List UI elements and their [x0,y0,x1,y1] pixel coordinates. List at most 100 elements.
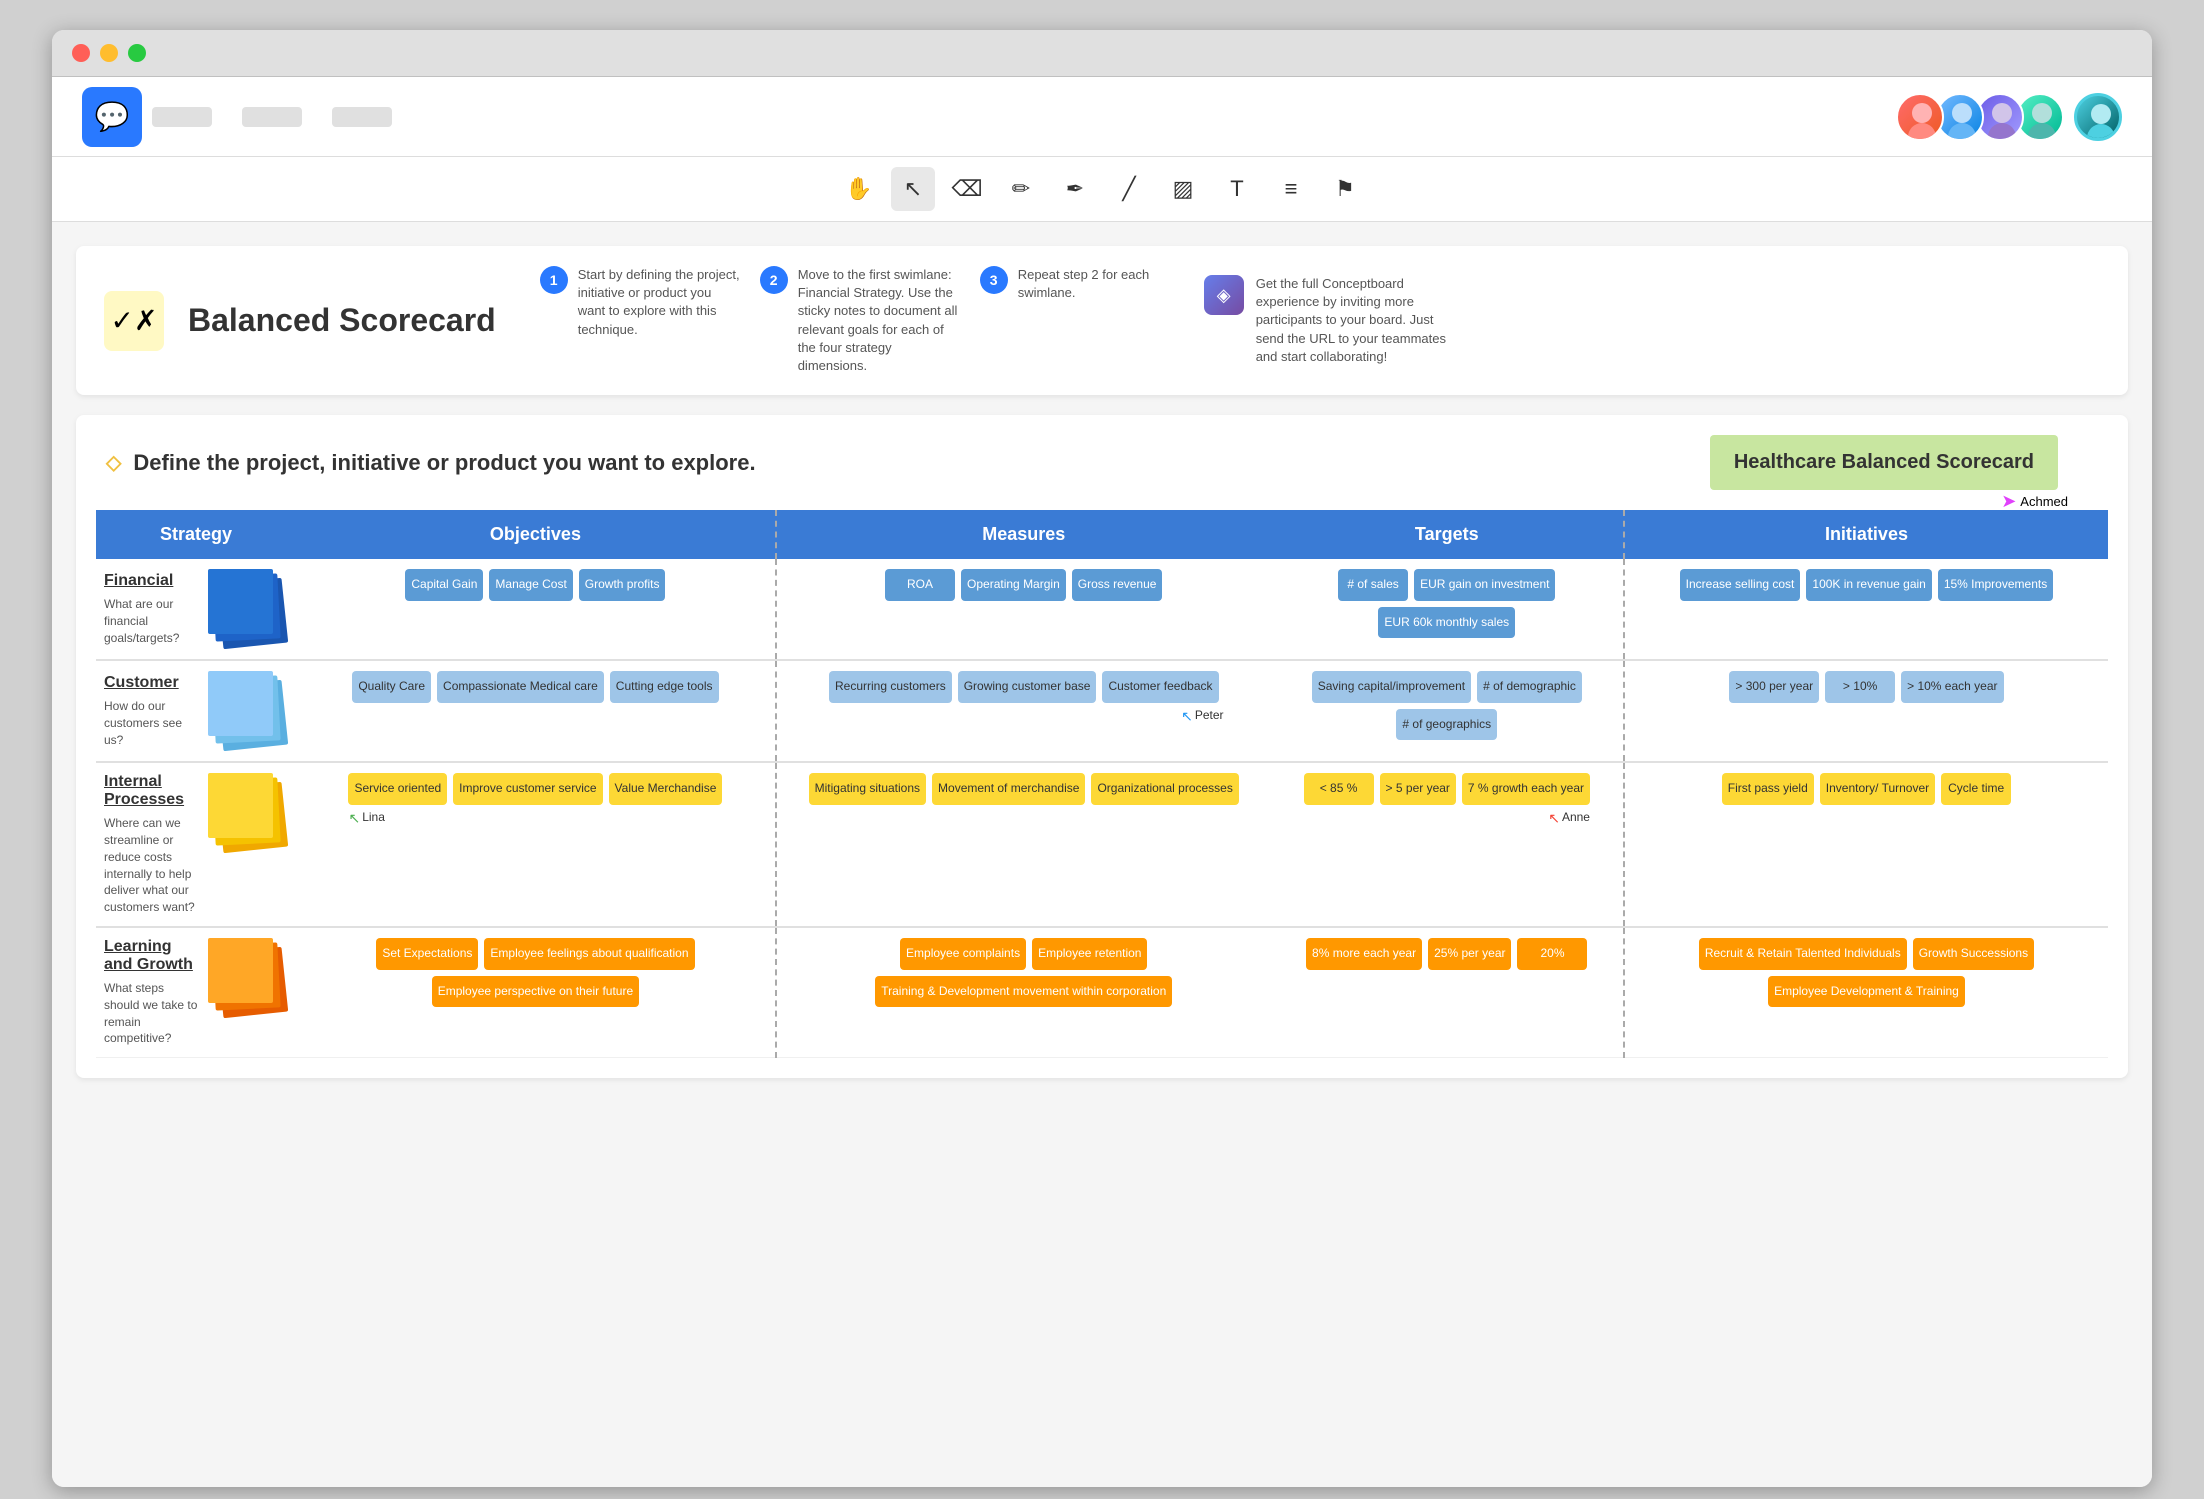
diamond-icon: ◇ [106,450,121,475]
card-num-demo: # of demographic [1477,671,1582,703]
toolbar-left: 💬 [82,87,392,147]
marker-tool[interactable]: ✒ [1053,167,1097,211]
app-window: 💬 [52,30,2152,1487]
card-10pct: > 10% [1825,671,1895,703]
define-label: Define the project, initiative or produc… [133,450,755,476]
nav-item-3[interactable] [332,107,392,127]
initiatives-internal: First pass yield Inventory/ Turnover Cyc… [1624,762,2108,927]
strategy-customer: Customer How do our customers see us? [96,660,296,762]
card-cycle-time: Cycle time [1941,773,2011,805]
define-row: ◇ Define the project, initiative or prod… [96,435,2108,490]
card-300-per-year: > 300 per year [1729,671,1819,703]
card-10pct-each-year: > 10% each year [1901,671,2003,703]
strategy-desc-customer: How do our customers see us? [104,698,198,748]
card-num-geo: # of geographics [1396,709,1497,741]
card-num-sales: # of sales [1338,569,1408,601]
card-saving-capital: Saving capital/improvement [1312,671,1471,703]
card-operating-margin: Operating Margin [961,569,1066,601]
initiatives-financial: Increase selling cost 100K in revenue ga… [1624,559,2108,660]
card-increase-selling: Increase selling cost [1680,569,1801,601]
text-tool[interactable]: T [1215,167,1259,211]
targets-customer: Saving capital/improvement # of demograp… [1271,660,1624,762]
targets-growth: 8% more each year 25% per year 20% [1271,927,1624,1058]
card-employee-retention: Employee retention [1032,938,1147,970]
card-training: Training & Development movement within c… [875,976,1172,1008]
healthcare-card: Healthcare Balanced Scorecard [1710,435,2058,490]
tools-bar: ✋ ↖ ⌫ ✏ ✒ ╱ ▨ T ≡ ⚑ [52,157,2152,222]
card-gross-revenue: Gross revenue [1072,569,1163,601]
table-row-growth: Learning and Growth What steps should we… [96,927,2108,1058]
strategy-desc-growth: What steps should we take to remain comp… [104,980,198,1047]
card-eur-60k: EUR 60k monthly sales [1378,607,1515,639]
intro-title: Balanced Scorecard [188,302,496,339]
intro-card: ✓✗ Balanced Scorecard 1 Start by definin… [76,246,2128,395]
objectives-internal: Service oriented ↖ Lina Improve customer… [296,762,776,927]
card-eur-gain: EUR gain on investment [1414,569,1555,601]
card-capital-gain: Capital Gain [405,569,483,601]
step-num-2: 2 [760,266,788,294]
intro-logo: ✓✗ [104,291,164,351]
scorecard-section: ◇ Define the project, initiative or prod… [76,415,2128,1078]
main-toolbar: 💬 [52,77,2152,157]
tip-text: Get the full Conceptboard experience by … [1256,275,1464,366]
card-service-oriented: Service oriented ↖ Lina [348,773,447,805]
app-logo: 💬 [82,87,142,147]
cursor-tool[interactable]: ↖ [891,167,935,211]
strategy-desc-financial: What are our financial goals/targets? [104,596,198,646]
comment-tool[interactable]: ⚑ [1323,167,1367,211]
maximize-btn[interactable] [128,44,146,62]
project-name: Healthcare Balanced Scorecard [1734,451,2034,473]
scorecard-table: Strategy Objectives Measures Targets Ini… [96,510,2108,1058]
header-initiatives: Initiatives [1624,510,2108,559]
card-5-per-year: > 5 per year [1380,773,1456,805]
line-tool[interactable]: ╱ [1107,167,1151,211]
shape-tool[interactable]: ▨ [1161,167,1205,211]
card-improve-customer: Improve customer service [453,773,602,805]
card-value-merchandise: Value Merchandise [609,773,723,805]
card-inventory: Inventory/ Turnover [1820,773,1935,805]
close-btn[interactable] [72,44,90,62]
card-first-pass: First pass yield [1722,773,1814,805]
card-growing-base: Growing customer base [958,671,1097,703]
measures-financial: ROA Operating Margin Gross revenue [776,559,1271,660]
intro-step-1: 1 Start by defining the project, initiat… [540,266,740,375]
avatar-1[interactable] [1896,93,1944,141]
table-row-financial: Financial What are our financial goals/t… [96,559,2108,660]
measures-customer: Recurring customers Growing customer bas… [776,660,1271,762]
card-employee-perspective: Employee perspective on their future [432,976,639,1008]
strategy-growth: Learning and Growth What steps should we… [96,927,296,1058]
achmed-arrow-icon: ➤ [2001,491,2016,512]
step-text-1: Start by defining the project, initiativ… [578,266,740,339]
card-growth-profits: Growth profits [579,569,666,601]
table-row-customer: Customer How do our customers see us? [96,660,2108,762]
step-num-3: 3 [980,266,1008,294]
hand-tool[interactable]: ✋ [837,167,881,211]
header-targets: Targets [1271,510,1624,559]
card-growth-successions: Growth Successions [1913,938,2034,970]
card-recurring: Recurring customers [829,671,952,703]
minimize-btn[interactable] [100,44,118,62]
nav-item-1[interactable] [152,107,212,127]
canvas: ✓✗ Balanced Scorecard 1 Start by definin… [52,222,2152,1487]
card-manage-cost: Manage Cost [489,569,572,601]
eraser-tool[interactable]: ⌫ [945,167,989,211]
sticky-tool[interactable]: ≡ [1269,167,1313,211]
pen-tool[interactable]: ✏ [999,167,1043,211]
user-avatar[interactable] [2074,93,2122,141]
measures-internal: Mitigating situations Movement of mercha… [776,762,1271,927]
achmed-label: Achmed [2020,494,2068,509]
objectives-financial: Capital Gain Manage Cost Growth profits [296,559,776,660]
intro-step-3: 3 Repeat step 2 for each swimlane. [980,266,1180,375]
card-mitigating: Mitigating situations [809,773,926,805]
step-text-2: Move to the first swimlane: Financial St… [798,266,960,375]
step-num-1: 1 [540,266,568,294]
strategy-title-customer: Customer [104,674,198,692]
intro-steps: 1 Start by defining the project, initiat… [540,266,1180,375]
card-85pct: < 85 % [1304,773,1374,805]
nav-item-2[interactable] [242,107,302,127]
strategy-title-growth: Learning and Growth [104,938,198,974]
objectives-growth: Set Expectations Employee feelings about… [296,927,776,1058]
tip-icon: ◈ [1204,275,1244,315]
step-text-3: Repeat step 2 for each swimlane. [1018,266,1180,302]
targets-internal: < 85 % > 5 per year 7 % growth each year… [1271,762,1624,927]
